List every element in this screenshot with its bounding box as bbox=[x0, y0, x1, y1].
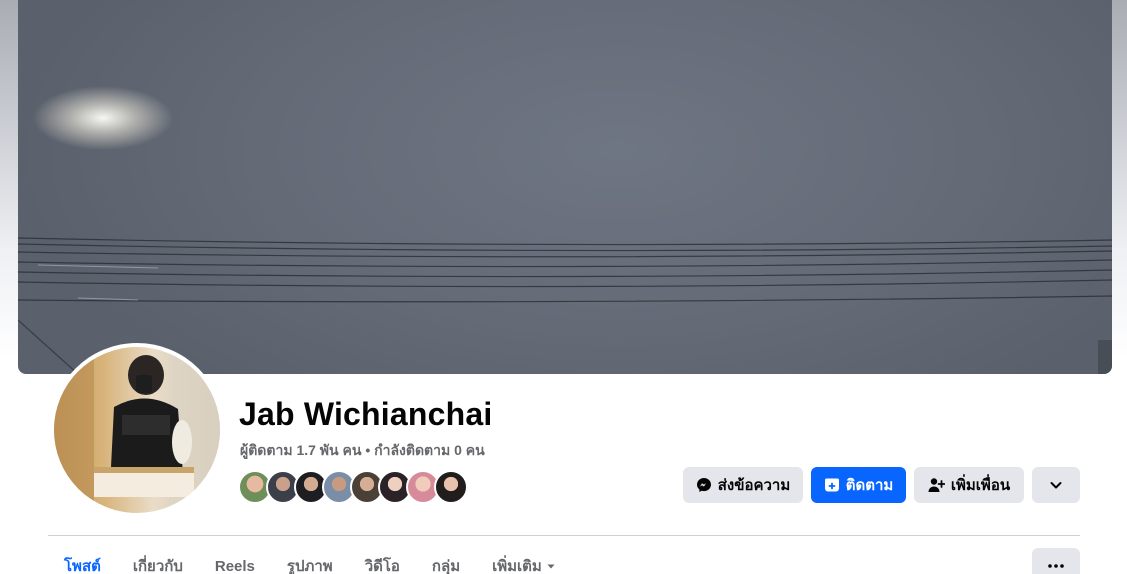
tab-more[interactable]: เพิ่มเติม bbox=[476, 554, 572, 574]
more-actions-dropdown[interactable] bbox=[1032, 467, 1080, 503]
more-dots-icon bbox=[1048, 564, 1064, 568]
profile-stats[interactable]: ผู้ติดตาม 1.7 พัน คน • กำลังติดตาม 0 คน bbox=[240, 440, 485, 462]
avatar-image bbox=[54, 347, 220, 513]
cover-photo[interactable] bbox=[18, 0, 1112, 374]
profile-tabs: โพสต์ เกี่ยวกับ Reels รูปภาพ วิดีโอ กลุ่… bbox=[48, 554, 572, 574]
add-friend-button[interactable]: เพิ่มเพื่อน bbox=[914, 467, 1024, 503]
tab-label: Reels bbox=[214, 557, 255, 574]
add-friend-button-label: เพิ่มเพื่อน bbox=[950, 477, 1011, 494]
add-friend-icon bbox=[928, 478, 945, 492]
profile-avatar[interactable] bbox=[50, 343, 224, 517]
messenger-icon bbox=[696, 478, 711, 492]
profile-name: Jab Wichianchai bbox=[239, 396, 493, 432]
tab-photos[interactable]: รูปภาพ bbox=[271, 554, 349, 574]
tab-videos[interactable]: วิดีโอ bbox=[349, 554, 416, 574]
follow-button-label: ติดตาม bbox=[845, 477, 894, 494]
follow-button[interactable]: ติดตาม bbox=[811, 467, 906, 503]
tab-reels[interactable]: Reels bbox=[199, 554, 271, 574]
message-button-label: ส่งข้อความ bbox=[717, 477, 791, 494]
profile-divider bbox=[48, 535, 1080, 536]
tab-label: รูปภาพ bbox=[286, 558, 333, 574]
message-button[interactable]: ส่งข้อความ bbox=[683, 467, 803, 503]
tab-posts[interactable]: โพสต์ bbox=[48, 554, 117, 574]
tab-label: กลุ่ม bbox=[431, 558, 461, 574]
friend-avatars[interactable] bbox=[238, 470, 468, 504]
tab-label: เพิ่มเติม bbox=[492, 558, 542, 574]
follow-icon bbox=[824, 478, 839, 492]
profile-more-button[interactable] bbox=[1032, 548, 1080, 574]
tab-groups[interactable]: กลุ่ม bbox=[416, 554, 476, 574]
tab-label: เกี่ยวกับ bbox=[132, 558, 183, 574]
power-lines bbox=[18, 237, 1112, 374]
chevron-down-icon bbox=[1050, 482, 1062, 489]
friend-avatar[interactable] bbox=[434, 470, 468, 504]
tab-label: วิดีโอ bbox=[364, 558, 400, 574]
caret-down-icon bbox=[547, 564, 555, 569]
tab-about[interactable]: เกี่ยวกับ bbox=[117, 554, 199, 574]
tab-label: โพสต์ bbox=[64, 558, 101, 574]
